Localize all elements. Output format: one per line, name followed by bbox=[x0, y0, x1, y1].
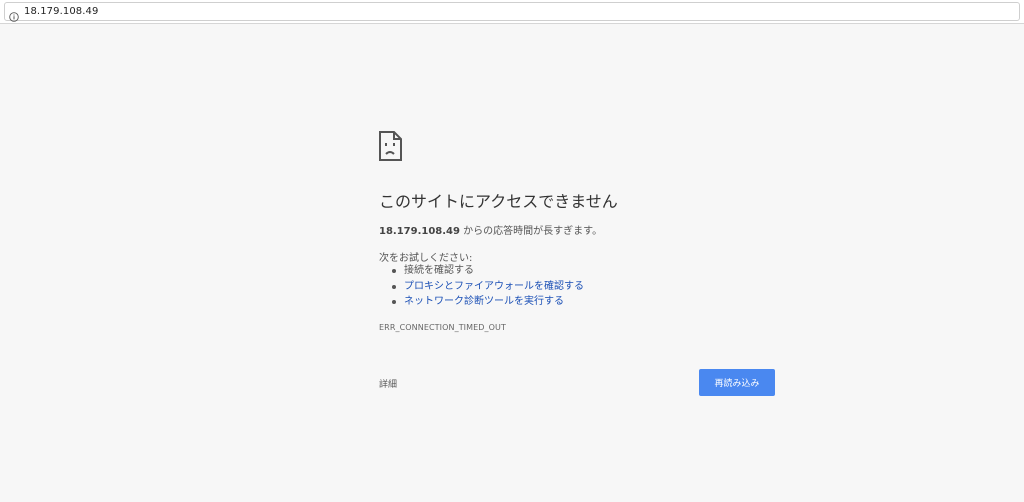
url-text[interactable]: 18.179.108.49 bbox=[24, 6, 98, 17]
summary-text: からの応答時間が長すぎます。 bbox=[459, 226, 603, 237]
suggestion-check-proxy-firewall-link[interactable]: プロキシとファイアウォールを確認する bbox=[389, 279, 584, 295]
summary-host: 18.179.108.49 bbox=[379, 226, 460, 237]
details-button[interactable]: 詳細 bbox=[379, 377, 397, 390]
url-field[interactable]: 18.179.108.49 bbox=[4, 2, 1020, 22]
info-icon[interactable] bbox=[9, 7, 19, 22]
suggestions-list: 接続を確認する プロキシとファイアウォールを確認する ネットワーク診断ツールを実… bbox=[389, 263, 584, 310]
reload-button[interactable]: 再読み込み bbox=[699, 369, 775, 396]
suggestions-heading: 次をお試しください: bbox=[379, 253, 473, 264]
page-title: このサイトにアクセスできません bbox=[379, 192, 618, 211]
address-bar: 18.179.108.49 bbox=[0, 0, 1024, 24]
error-summary: 18.179.108.49 からの応答時間が長すぎます。 bbox=[379, 222, 602, 237]
sad-page-icon bbox=[379, 131, 403, 161]
suggestion-run-diagnostics-link[interactable]: ネットワーク診断ツールを実行する bbox=[389, 294, 584, 310]
error-code: ERR_CONNECTION_TIMED_OUT bbox=[379, 323, 506, 332]
suggestion-check-connection: 接続を確認する bbox=[389, 263, 584, 279]
